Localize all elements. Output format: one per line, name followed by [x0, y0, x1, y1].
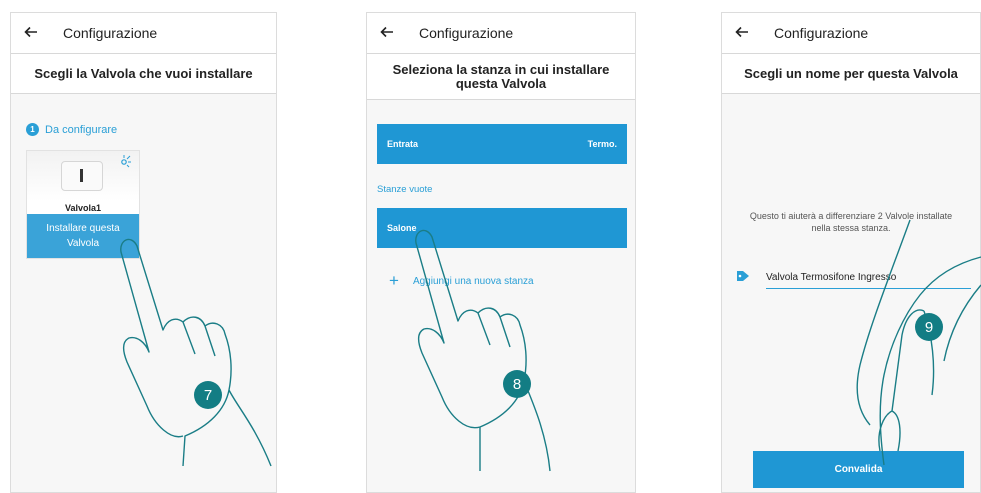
page-title: Configurazione [774, 25, 869, 41]
back-arrow-icon[interactable] [734, 24, 750, 40]
page-title: Configurazione [419, 25, 514, 41]
screen-heading: Seleziona la stanza in cui installare qu… [367, 54, 635, 100]
tapping-hand-illustration [120, 238, 272, 467]
room-type-tag: Termo. [587, 139, 617, 149]
back-arrow-icon[interactable] [23, 24, 39, 40]
tapping-hand-illustration [415, 229, 551, 472]
room-row-entrata[interactable]: Entrata Termo. [377, 124, 627, 164]
page-title: Configurazione [63, 25, 158, 41]
empty-rooms-label: Stanze vuote [377, 184, 433, 195]
back-arrow-icon[interactable] [379, 24, 395, 40]
tapping-hand-illustration [856, 219, 981, 466]
screen-heading: Scegli la Valvola che vuoi installare [11, 54, 276, 94]
plus-icon: + [389, 271, 399, 290]
valve-image [27, 151, 139, 201]
signal-icon [121, 155, 131, 168]
section-label: Da configurare [45, 123, 118, 136]
step-badge-9: 9 [915, 313, 943, 341]
app-bar: Configurazione [367, 13, 635, 54]
screen-heading: Scegli un nome per questa Valvola [722, 54, 980, 94]
section-to-configure: 1 Da configurare [26, 123, 117, 136]
room-name: Entrata [387, 139, 419, 149]
tag-icon [737, 271, 749, 281]
step-badge-8: 8 [503, 370, 531, 398]
device-name: Valvola1 [64, 203, 102, 213]
step-badge-7: 7 [194, 381, 222, 409]
section-number-badge: 1 [26, 123, 39, 136]
app-bar: Configurazione [11, 13, 276, 54]
app-bar: Configurazione [722, 13, 980, 54]
